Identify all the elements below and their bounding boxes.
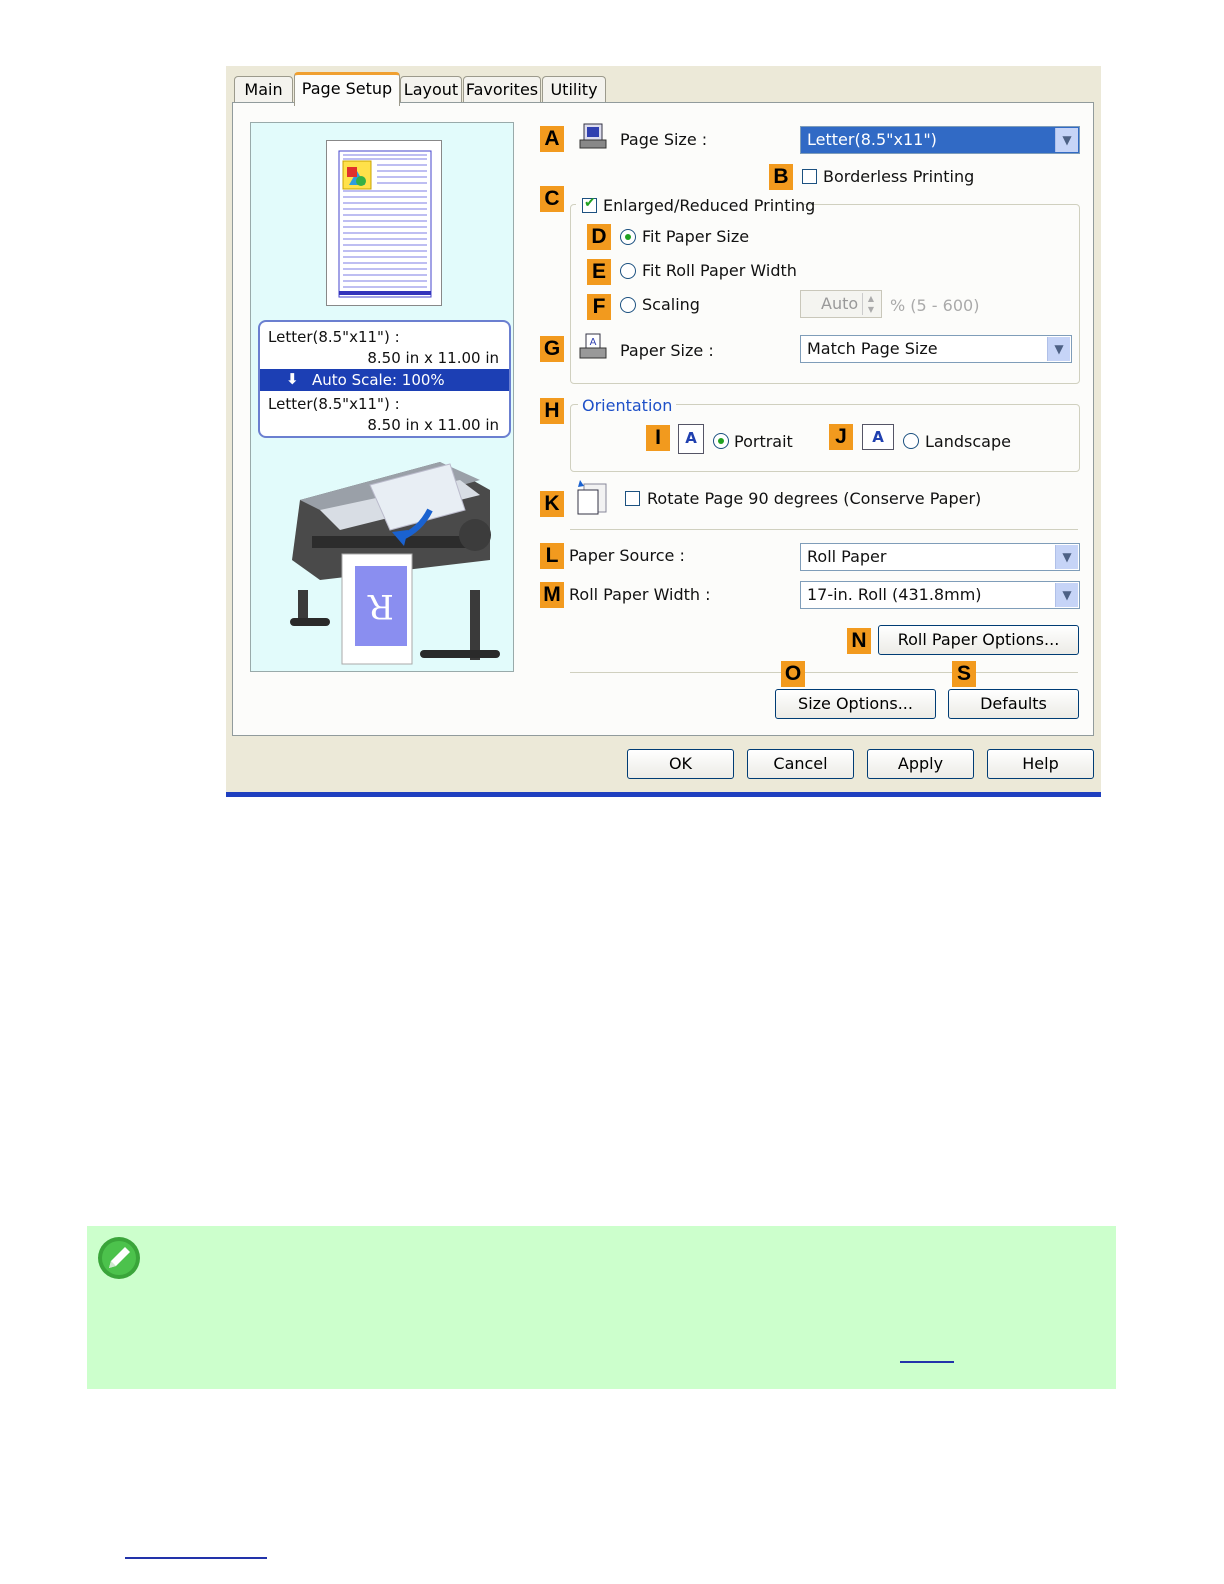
marker-o: O: [781, 661, 805, 687]
fit-paper-label: Fit Paper Size: [642, 227, 750, 246]
scaling-spinner[interactable]: Auto ▲ ▼: [800, 290, 882, 318]
tab-utility[interactable]: Utility: [542, 76, 606, 103]
portrait-label: Portrait: [734, 432, 793, 451]
chevron-down-icon: ▼: [1055, 545, 1078, 569]
landscape-icon: A: [862, 424, 894, 450]
marker-n: N: [847, 628, 871, 654]
roll-width-value: 17-in. Roll (431.8mm): [807, 585, 982, 604]
tab-favorites[interactable]: Favorites: [463, 76, 541, 103]
marker-a: A: [540, 126, 564, 152]
auto-scale-label: Auto Scale: 100%: [312, 371, 445, 389]
page-thumbnail: [326, 140, 442, 306]
arrow-down-icon: ⬇: [286, 370, 299, 388]
separator: [570, 529, 1078, 530]
note-box: [87, 1226, 1116, 1389]
apply-button[interactable]: Apply: [867, 749, 974, 779]
portrait-icon: A: [678, 424, 704, 454]
paper-size-label: Paper Size :: [620, 341, 714, 360]
tab-page-setup[interactable]: Page Setup: [294, 72, 400, 106]
paper-size-value: Match Page Size: [807, 339, 938, 358]
orientation-legend: Orientation: [578, 396, 677, 415]
scaling-radio[interactable]: [620, 297, 636, 313]
scaling-label: Scaling: [642, 295, 700, 314]
printer-graphic: R: [290, 462, 500, 665]
output-dims: 8.50 in x 11.00 in: [367, 416, 499, 434]
roll-width-select[interactable]: 17-in. Roll (431.8mm) ▼: [800, 581, 1080, 609]
marker-d: D: [587, 224, 611, 250]
fit-roll-radio[interactable]: [620, 263, 636, 279]
marker-l: L: [540, 543, 564, 569]
page-size-value: Letter(8.5"x11"): [807, 130, 937, 149]
scale-info-box: Letter(8.5"x11") : 8.50 in x 11.00 in ⬇ …: [258, 320, 511, 438]
svg-text:A: A: [590, 337, 597, 348]
marker-k: K: [540, 491, 564, 517]
borderless-label: Borderless Printing: [823, 167, 975, 186]
paper-source-value: Roll Paper: [807, 547, 887, 566]
roll-paper-options-button[interactable]: Roll Paper Options...: [878, 625, 1079, 655]
landscape-label: Landscape: [925, 432, 1011, 451]
source-size-label: Letter(8.5"x11") :: [268, 328, 400, 346]
page-thumbnail-graphic: [338, 150, 432, 298]
marker-m: M: [540, 582, 564, 608]
rotate-checkbox[interactable]: [625, 491, 640, 506]
auto-scale-bar: ⬇ Auto Scale: 100%: [260, 369, 509, 391]
printer-illustration: R: [280, 450, 510, 670]
note-pencil-icon: [97, 1236, 141, 1280]
marker-j: J: [829, 424, 853, 450]
tab-layout[interactable]: Layout: [400, 76, 462, 103]
output-size-label: Letter(8.5"x11") :: [268, 395, 400, 413]
help-button[interactable]: Help: [987, 749, 1094, 779]
paper-source-label: Paper Source :: [569, 546, 685, 565]
marker-i: I: [646, 425, 670, 451]
cancel-button[interactable]: Cancel: [747, 749, 854, 779]
enlarged-checkbox[interactable]: [582, 195, 597, 213]
fit-roll-label: Fit Roll Paper Width: [642, 261, 797, 280]
rotate-label: Rotate Page 90 degrees (Conserve Paper): [647, 489, 982, 508]
marker-c: C: [540, 186, 564, 212]
marker-s: S: [952, 661, 976, 687]
svg-text:R: R: [367, 586, 394, 626]
defaults-button[interactable]: Defaults: [948, 689, 1079, 719]
chevron-down-icon: ▼: [1047, 337, 1070, 361]
landscape-radio[interactable]: [903, 433, 919, 449]
scaling-value: Auto: [821, 294, 859, 313]
roll-width-label: Roll Paper Width :: [569, 585, 711, 604]
marker-h: H: [540, 398, 564, 424]
dialog-bottom-border: [226, 792, 1101, 797]
page-size-label: Page Size :: [620, 130, 708, 149]
enlarged-label: Enlarged/Reduced Printing: [603, 196, 816, 215]
ok-button[interactable]: OK: [627, 749, 734, 779]
portrait-radio[interactable]: [713, 433, 729, 449]
source-dims: 8.50 in x 11.00 in: [367, 349, 499, 367]
marker-g: G: [540, 336, 564, 362]
scaling-range: % (5 - 600): [890, 296, 980, 315]
tab-main[interactable]: Main: [234, 76, 293, 103]
paper-source-select[interactable]: Roll Paper ▼: [800, 543, 1080, 571]
chevron-down-icon: ▼: [1055, 128, 1078, 152]
fit-paper-radio[interactable]: [620, 229, 636, 245]
marker-f: F: [587, 294, 611, 320]
marker-e: E: [587, 259, 611, 285]
borderless-checkbox[interactable]: [802, 169, 817, 184]
marker-b: B: [769, 164, 793, 190]
link-underline[interactable]: [900, 1361, 954, 1363]
spinner-arrows-icon: ▲ ▼: [862, 293, 879, 315]
page-size-icon: [578, 122, 608, 152]
separator: [570, 672, 1078, 673]
page-size-select[interactable]: Letter(8.5"x11") ▼: [800, 126, 1080, 154]
footer-link[interactable]: [125, 1557, 267, 1559]
paper-size-select[interactable]: Match Page Size ▼: [800, 335, 1072, 363]
chevron-down-icon: ▼: [1055, 583, 1078, 607]
paper-size-icon: A: [578, 332, 608, 362]
size-options-button[interactable]: Size Options...: [775, 689, 936, 719]
rotate-page-icon: [574, 478, 610, 516]
